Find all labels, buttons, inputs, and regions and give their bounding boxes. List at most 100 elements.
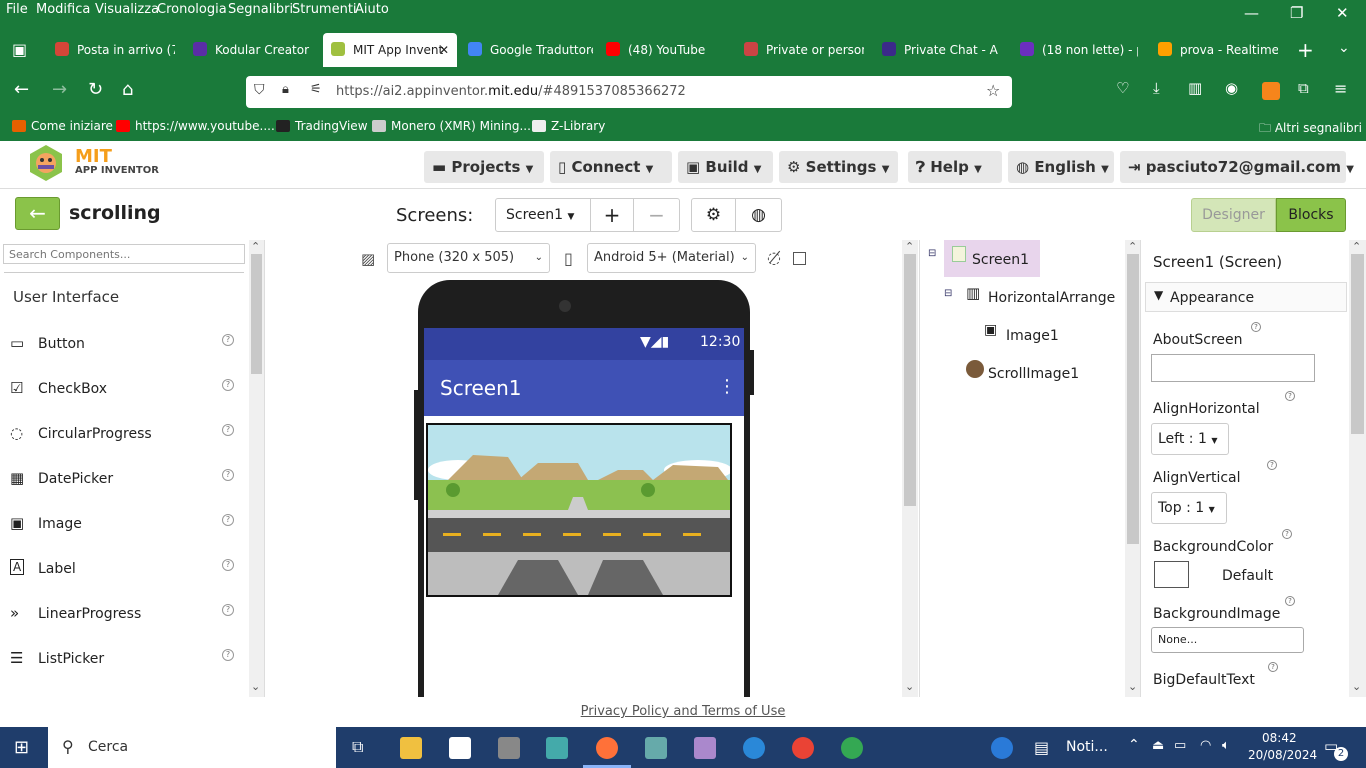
properties-scrollbar[interactable]: ⌃ ⌄ bbox=[1349, 240, 1366, 697]
reload-icon[interactable]: ↻ bbox=[88, 79, 103, 100]
scroll-up-icon[interactable]: ⌃ bbox=[1128, 240, 1137, 253]
close-tab-icon[interactable]: ✕ bbox=[439, 33, 449, 67]
tree-item-image1[interactable]: ▣ Image1 bbox=[982, 322, 1132, 352]
account-icon[interactable]: ◉ bbox=[1225, 79, 1238, 97]
bookmark-other[interactable]: 🗀︎ Altri segnalibri bbox=[1259, 119, 1362, 140]
menu-segnalibri[interactable]: Segnalibri bbox=[228, 2, 293, 17]
app-inventor-logo[interactable] bbox=[24, 143, 68, 183]
scroll-down-icon[interactable]: ⌄ bbox=[251, 680, 260, 693]
help-icon[interactable]: ? bbox=[222, 469, 234, 481]
tab-list-icon[interactable]: ⌄ bbox=[1338, 40, 1350, 56]
help-icon[interactable]: ? bbox=[222, 334, 234, 346]
palette-item-button[interactable]: ▭ Button? bbox=[0, 322, 248, 367]
tab-mail[interactable]: (18 non lette) - pa bbox=[1020, 30, 1138, 70]
scroll-up-icon[interactable]: ⌃ bbox=[905, 240, 914, 253]
app-icon[interactable] bbox=[645, 737, 667, 759]
minimize-icon[interactable]: — bbox=[1244, 4, 1259, 22]
task-view-icon[interactable]: ⧉ bbox=[352, 737, 363, 757]
project-properties-button[interactable]: ⚙ bbox=[691, 198, 736, 232]
hidden-components-icon[interactable]: ◌̸ bbox=[767, 248, 781, 267]
menu-visualizza[interactable]: Visualizza bbox=[95, 2, 159, 17]
usb-icon[interactable]: ⏏ bbox=[1152, 738, 1164, 753]
screen-selector[interactable]: Screen1 ▼ bbox=[495, 198, 591, 232]
palette-item-image[interactable]: ▣ Image? bbox=[0, 502, 248, 547]
scroll-up-icon[interactable]: ⌃ bbox=[1352, 240, 1361, 253]
notes-icon[interactable] bbox=[546, 737, 568, 759]
bookmark-monero[interactable]: Monero (XMR) Mining... bbox=[372, 119, 531, 133]
file-explorer-icon[interactable] bbox=[400, 737, 422, 759]
backgroundimage-picker[interactable]: None... bbox=[1151, 627, 1304, 653]
url-bar[interactable]: ⛉ 🔒︎ ⚟ https://ai2.appinventor.mit.edu/#… bbox=[246, 76, 1012, 108]
projects-menu[interactable]: ▬ Projects ▼ bbox=[424, 151, 544, 183]
privacy-link[interactable]: Privacy Policy and Terms of Use bbox=[581, 704, 786, 719]
settings-menu[interactable]: ⚙ Settings ▼ bbox=[779, 151, 898, 183]
connect-menu[interactable]: ▯ Connect ▼ bbox=[550, 151, 672, 183]
blocks-button[interactable]: Blocks bbox=[1276, 198, 1346, 232]
help-menu[interactable]: ❓︎ Help ▼ bbox=[908, 151, 1002, 183]
scroll-down-icon[interactable]: ⌄ bbox=[905, 680, 914, 693]
help-icon[interactable]: ? bbox=[222, 424, 234, 436]
bookmark-zlibrary[interactable]: Z-Library bbox=[532, 119, 605, 133]
scroll-down-icon[interactable]: ⌄ bbox=[1128, 680, 1137, 693]
tree-item-horizontalarrangement[interactable]: ▥ HorizontalArrange bbox=[964, 284, 1140, 314]
help-icon[interactable]: ? bbox=[1251, 322, 1261, 332]
new-tab-icon[interactable]: + bbox=[1297, 38, 1314, 62]
menu-strumenti[interactable]: Strumenti bbox=[292, 2, 357, 17]
tablet-size-icon[interactable]: ▨ bbox=[361, 250, 375, 268]
firefox-icon[interactable] bbox=[596, 737, 618, 759]
news-icon[interactable]: ▤ bbox=[1034, 738, 1049, 757]
preview-button[interactable]: ◍ bbox=[735, 198, 782, 232]
menu-file[interactable]: File bbox=[6, 2, 28, 17]
lock-icon[interactable]: 🔒︎ bbox=[282, 82, 289, 97]
hidden-components-checkbox[interactable] bbox=[793, 252, 806, 265]
aboutscreen-textarea[interactable] bbox=[1151, 354, 1315, 382]
help-icon[interactable]: ? bbox=[222, 559, 234, 571]
clock-date[interactable]: 20/08/2024 bbox=[1248, 748, 1317, 762]
bookmark-come-iniziare[interactable]: Come iniziare bbox=[12, 119, 113, 133]
viewer-scrollbar[interactable]: ⌃ ⌄ bbox=[902, 240, 918, 697]
forward-icon[interactable]: → bbox=[52, 79, 67, 100]
help-icon[interactable]: ? bbox=[1268, 662, 1278, 672]
back-button[interactable]: ← bbox=[15, 197, 60, 230]
menu-cronologia[interactable]: Cronologia bbox=[157, 2, 227, 17]
palette-scrollbar[interactable]: ⌃ ⌄ bbox=[249, 240, 264, 697]
help-icon[interactable]: ? bbox=[1285, 391, 1295, 401]
image1-road-scene[interactable] bbox=[428, 425, 730, 595]
backgroundcolor-swatch[interactable] bbox=[1154, 561, 1189, 588]
tab-firebase[interactable]: prova - Realtime D bbox=[1158, 30, 1278, 70]
scroll-down-icon[interactable]: ⌄ bbox=[1352, 680, 1361, 693]
tab-gmail[interactable]: Posta in arrivo (76 bbox=[55, 30, 175, 70]
paint-icon[interactable] bbox=[694, 737, 716, 759]
menu-modifica[interactable]: Modifica bbox=[36, 2, 90, 17]
account-menu[interactable]: ⇥ pasciuto72@gmail.com ▼ bbox=[1120, 151, 1354, 183]
wifi-icon[interactable]: ◠ bbox=[1200, 738, 1211, 753]
help-icon[interactable]: ? bbox=[1285, 596, 1295, 606]
scroll-thumb[interactable] bbox=[1351, 254, 1364, 434]
backgroundcolor-value[interactable]: Default bbox=[1222, 568, 1273, 584]
palette-item-datepicker[interactable]: ▦ DatePicker? bbox=[0, 457, 248, 502]
taskbar-search[interactable]: ⚲ Cerca bbox=[48, 727, 336, 768]
help-icon[interactable]: ? bbox=[222, 649, 234, 661]
bookmark-youtube[interactable]: https://www.youtube.... bbox=[116, 119, 275, 133]
notification-text[interactable]: Noti... bbox=[1066, 739, 1108, 755]
collapse-icon[interactable]: ⊟ bbox=[928, 248, 936, 259]
chrome-beta-icon[interactable] bbox=[792, 737, 814, 759]
bookmark-tradingview[interactable]: TradingView bbox=[276, 119, 368, 133]
restore-icon[interactable]: ❐ bbox=[1290, 4, 1303, 22]
help-icon[interactable]: ? bbox=[1267, 460, 1277, 470]
scroll-thumb[interactable] bbox=[1127, 254, 1139, 544]
alignhorizontal-select[interactable]: Left : 1 ▼ bbox=[1151, 423, 1229, 455]
clock-time[interactable]: 08:42 bbox=[1262, 731, 1297, 745]
help-icon[interactable]: ? bbox=[222, 514, 234, 526]
menu-aiuto[interactable]: Aiuto bbox=[355, 2, 389, 17]
help-icon[interactable]: ? bbox=[222, 604, 234, 616]
downloads-icon[interactable]: ⤓ bbox=[1153, 79, 1160, 97]
appearance-section[interactable]: ▼ Appearance bbox=[1145, 282, 1347, 312]
bookmark-star-icon[interactable]: ☆ bbox=[986, 81, 1000, 100]
home-icon[interactable]: ⌂ bbox=[122, 79, 133, 100]
scroll-up-icon[interactable]: ⌃ bbox=[251, 240, 260, 253]
palette-item-checkbox[interactable]: ☑ CheckBox? bbox=[0, 367, 248, 412]
palette-item-listpicker[interactable]: ☰ ListPicker? bbox=[0, 637, 248, 682]
help-icon[interactable]: ? bbox=[222, 379, 234, 391]
alignvertical-select[interactable]: Top : 1 ▼ bbox=[1151, 492, 1227, 524]
